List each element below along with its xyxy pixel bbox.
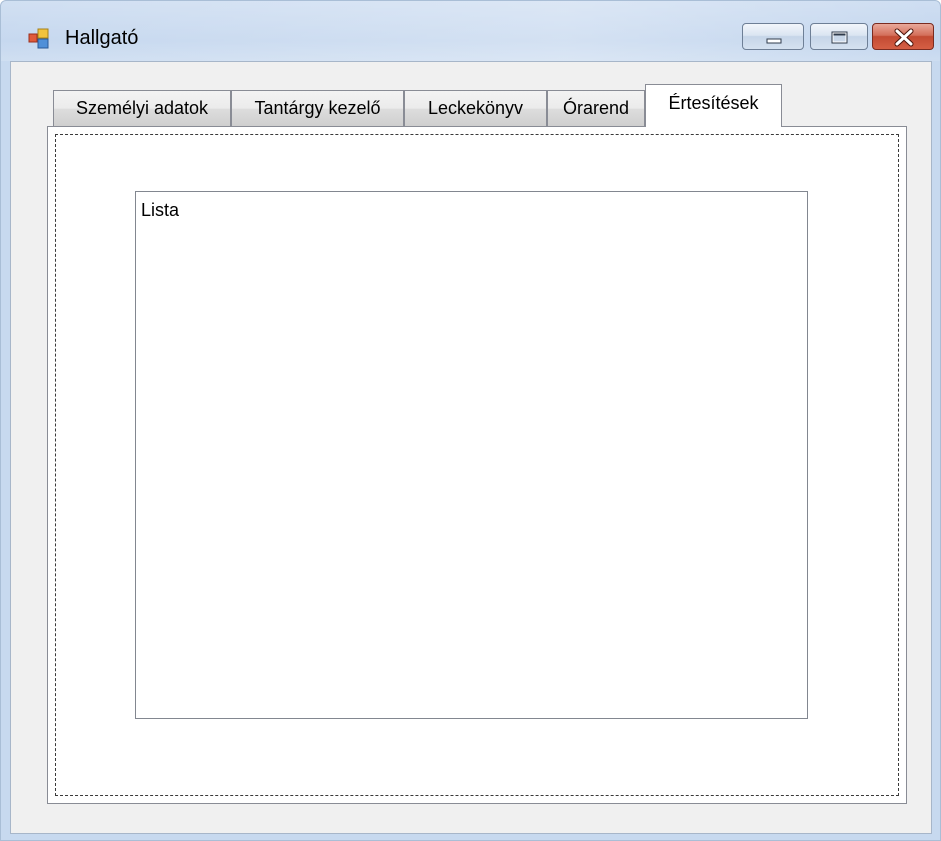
tab-tantargy-kezelo[interactable]: Tantárgy kezelő	[231, 90, 404, 126]
minimize-button[interactable]	[742, 23, 804, 50]
list-item[interactable]: Lista	[141, 200, 179, 221]
application-window: Hallgató Személyi adatok Tantárgy kezelő…	[0, 0, 941, 841]
tab-szemelyi-adatok[interactable]: Személyi adatok	[53, 90, 231, 126]
close-button[interactable]	[872, 23, 934, 50]
tab-leckekonyv[interactable]: Leckekönyv	[404, 90, 547, 126]
form-client-area: Személyi adatok Tantárgy kezelő Leckekön…	[10, 61, 932, 834]
tab-orarend[interactable]: Órarend	[547, 90, 645, 126]
title-bar[interactable]: Hallgató	[1, 1, 940, 50]
window-title: Hallgató	[65, 27, 139, 49]
tab-ertesitesek[interactable]: Értesítések	[645, 84, 782, 127]
app-window-icon[interactable]	[28, 28, 50, 50]
notifications-tab-panel: Lista	[47, 126, 907, 804]
maximize-button[interactable]	[810, 23, 868, 50]
notifications-listbox[interactable]: Lista	[135, 191, 808, 719]
